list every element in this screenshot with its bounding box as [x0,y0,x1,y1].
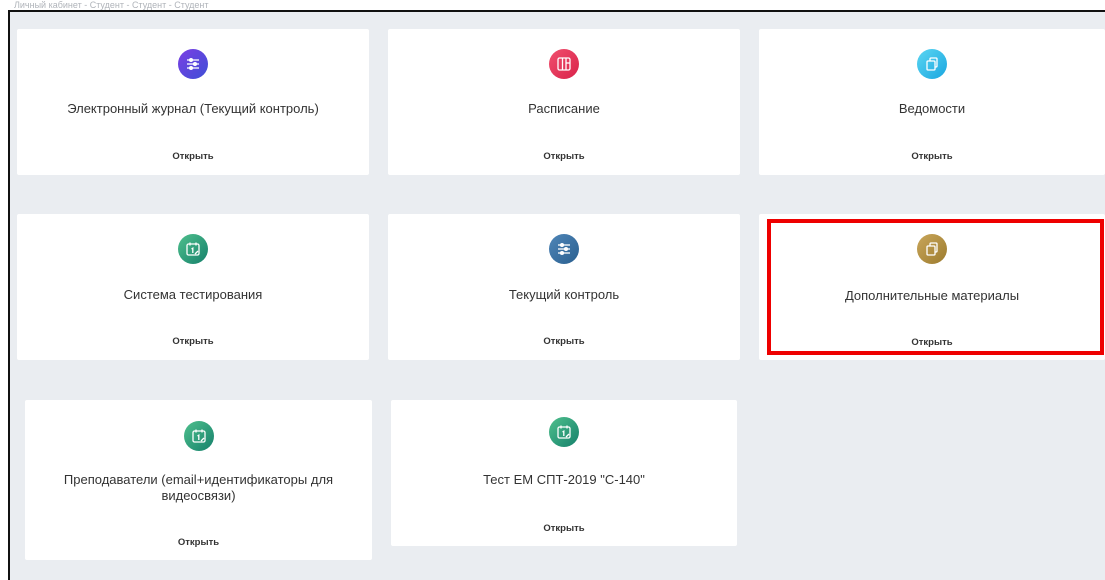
card-teachers[interactable]: Преподаватели (email+идентификаторы для … [25,400,372,560]
calendar-icon [178,234,208,264]
card-statements[interactable]: Ведомости Открыть [759,29,1105,175]
open-link[interactable]: Открыть [759,337,1105,348]
open-link[interactable]: Открыть [388,151,740,162]
breadcrumb: Личный кабинет - Студент - Студент - Сту… [14,0,209,10]
card-title: Расписание [528,101,600,116]
calendar-icon [549,417,579,447]
card-additional-materials[interactable]: Дополнительные материалы Открыть [759,214,1105,360]
card-current-control[interactable]: Текущий контроль Открыть [388,214,740,360]
card-title: Система тестирования [123,287,263,302]
open-link[interactable]: Открыть [759,151,1105,162]
card-schedule[interactable]: Расписание Открыть [388,29,740,175]
open-link[interactable]: Открыть [17,336,369,347]
copy-icon [917,49,947,79]
card-electronic-journal[interactable]: Электронный журнал (Текущий контроль) От… [17,29,369,175]
sliders-icon [549,234,579,264]
open-link[interactable]: Открыть [17,151,369,162]
open-link[interactable]: Открыть [25,537,372,548]
open-link[interactable]: Открыть [391,523,737,534]
sliders-icon [178,49,208,79]
card-title: Ведомости [898,101,966,116]
card-title: Текущий контроль [508,287,620,302]
card-test-em[interactable]: Тест ЕМ СПТ-2019 "С-140" Открыть [391,400,737,546]
card-title: Электронный журнал (Текущий контроль) [67,101,319,116]
calendar-icon [183,421,214,451]
card-title: Тест ЕМ СПТ-2019 "С-140" [483,472,645,487]
card-title: Дополнительные материалы [844,288,1020,303]
card-title: Преподаватели (email+идентификаторы для … [63,472,334,503]
open-link[interactable]: Открыть [388,336,740,347]
card-testing-system[interactable]: Система тестирования Открыть [17,214,369,360]
copy-icon [917,234,947,264]
layout-icon [549,49,579,79]
